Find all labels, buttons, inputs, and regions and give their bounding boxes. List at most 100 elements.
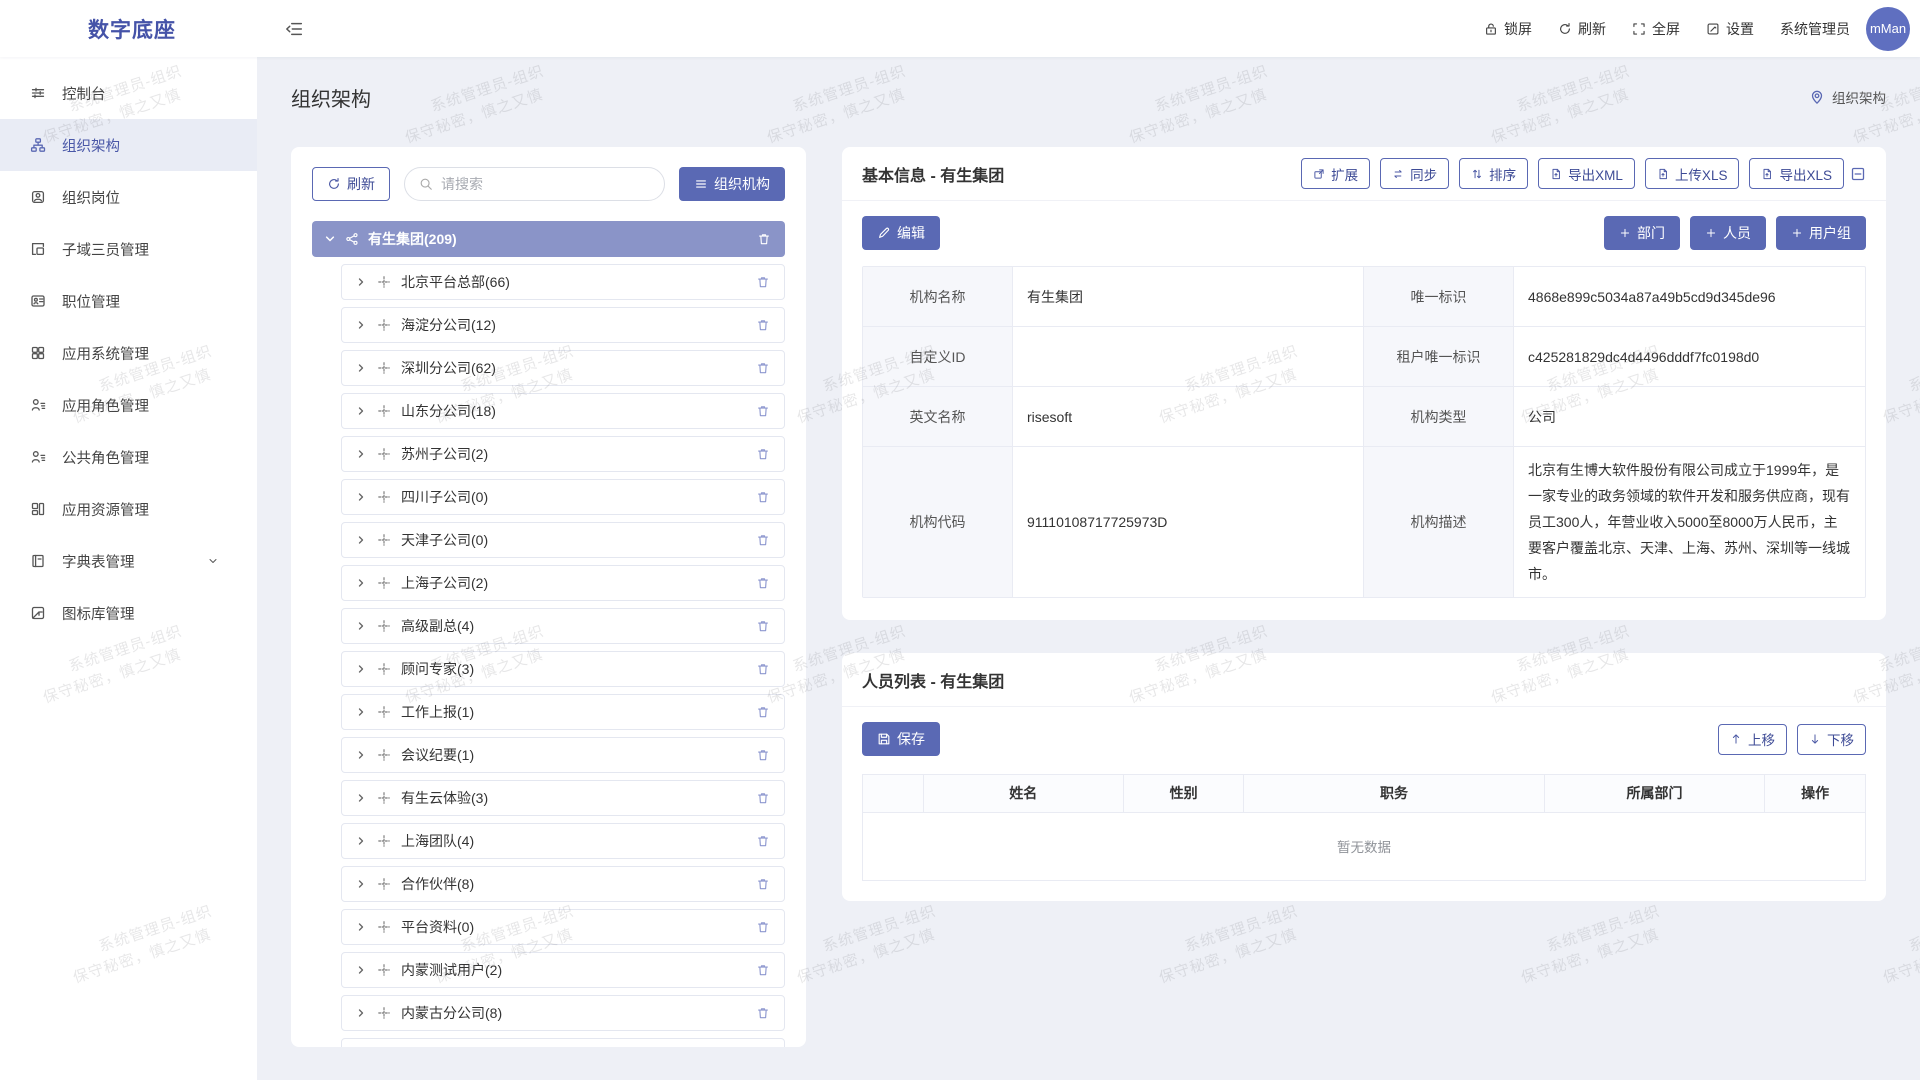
drag-handle-icon[interactable] [377, 877, 391, 891]
chevron-right-icon[interactable] [355, 835, 367, 847]
topbar-action[interactable]: 锁屏 [1484, 19, 1532, 39]
avatar[interactable]: mMan [1866, 7, 1910, 51]
trash-icon[interactable] [756, 877, 770, 891]
drag-handle-icon[interactable] [377, 791, 391, 805]
tree-node[interactable]: 上海团队(4) [341, 823, 785, 859]
drag-handle-icon[interactable] [377, 318, 391, 332]
tree-refresh-button[interactable]: 刷新 [312, 167, 390, 201]
sidebar-item-appres[interactable]: 应用资源管理 [0, 483, 257, 535]
trash-icon[interactable] [756, 533, 770, 547]
trash-icon[interactable] [756, 1006, 770, 1020]
tree-node[interactable]: 有生云体验(3) [341, 780, 785, 816]
trash-icon[interactable] [757, 232, 771, 246]
tree-node[interactable]: 山东分公司(18) [341, 393, 785, 429]
chevron-right-icon[interactable] [355, 792, 367, 804]
sidebar-item-appsys[interactable]: 应用系统管理 [0, 327, 257, 379]
chevron-right-icon[interactable] [355, 964, 367, 976]
chevron-right-icon[interactable] [355, 663, 367, 675]
chevron-right-icon[interactable] [355, 706, 367, 718]
chevron-right-icon[interactable] [355, 362, 367, 374]
chevron-right-icon[interactable] [355, 620, 367, 632]
tree-node[interactable]: 四川子公司(0) [341, 479, 785, 515]
trash-icon[interactable] [756, 318, 770, 332]
chevron-right-icon[interactable] [355, 577, 367, 589]
drag-handle-icon[interactable] [377, 748, 391, 762]
add-button-用户组[interactable]: 用户组 [1776, 216, 1866, 250]
drag-handle-icon[interactable] [377, 275, 391, 289]
trash-icon[interactable] [756, 447, 770, 461]
topbar-action[interactable]: 全屏 [1632, 19, 1680, 39]
trash-icon[interactable] [756, 619, 770, 633]
topbar-action[interactable]: 设置 [1706, 19, 1754, 39]
tree-node[interactable]: 工作上报(1) [341, 694, 785, 730]
tree-node[interactable]: 合作伙伴(8) [341, 866, 785, 902]
tree-root-node[interactable]: 有生集团(209) [312, 221, 785, 257]
save-button[interactable]: 保存 [862, 722, 940, 756]
tree-node[interactable]: 深圳分公司(62) [341, 350, 785, 386]
chevron-right-icon[interactable] [355, 878, 367, 890]
tree-node[interactable]: 上海子公司(2) [341, 565, 785, 601]
tree-node[interactable]: 顾问专家(3) [341, 651, 785, 687]
chevron-right-icon[interactable] [355, 921, 367, 933]
sidebar-item-position[interactable]: 职位管理 [0, 275, 257, 327]
toolbar-button-导出XML[interactable]: 导出XML [1538, 158, 1635, 189]
sidebar-item-iconlib[interactable]: 图标库管理 [0, 587, 257, 639]
sidebar-item-org[interactable]: 组织架构 [0, 119, 257, 171]
trash-icon[interactable] [756, 748, 770, 762]
sidebar-item-approle[interactable]: 应用角色管理 [0, 379, 257, 431]
tree-node[interactable]: 管理员组(9) [341, 1038, 785, 1047]
trash-icon[interactable] [756, 662, 770, 676]
tree-node[interactable]: 天津子公司(0) [341, 522, 785, 558]
trash-icon[interactable] [756, 275, 770, 289]
drag-handle-icon[interactable] [377, 619, 391, 633]
drag-handle-icon[interactable] [377, 576, 391, 590]
tree-node[interactable]: 海淀分公司(12) [341, 307, 785, 343]
tree-search-input[interactable] [441, 176, 650, 192]
trash-icon[interactable] [756, 361, 770, 375]
sidebar-item-console[interactable]: 控制台 [0, 67, 257, 119]
tree-node[interactable]: 高级副总(4) [341, 608, 785, 644]
sidebar-item-subdomain[interactable]: 子域三员管理 [0, 223, 257, 275]
chevron-right-icon[interactable] [355, 276, 367, 288]
move-down-button[interactable]: 下移 [1797, 724, 1866, 755]
chevron-right-icon[interactable] [355, 1007, 367, 1019]
trash-icon[interactable] [756, 490, 770, 504]
drag-handle-icon[interactable] [377, 447, 391, 461]
drag-handle-icon[interactable] [377, 834, 391, 848]
sidebar-item-dict[interactable]: 字典表管理 [0, 535, 257, 587]
org-structure-button[interactable]: 组织机构 [679, 167, 785, 201]
drag-handle-icon[interactable] [377, 490, 391, 504]
chevron-right-icon[interactable] [355, 491, 367, 503]
edit-button[interactable]: 编辑 [862, 216, 940, 250]
tree-node[interactable]: 北京平台总部(66) [341, 264, 785, 300]
drag-handle-icon[interactable] [377, 1006, 391, 1020]
move-up-button[interactable]: 上移 [1718, 724, 1787, 755]
tree-node[interactable]: 内蒙古分公司(8) [341, 995, 785, 1031]
chevron-right-icon[interactable] [355, 534, 367, 546]
trash-icon[interactable] [756, 705, 770, 719]
trash-icon[interactable] [756, 920, 770, 934]
trash-icon[interactable] [756, 963, 770, 977]
trash-icon[interactable] [756, 834, 770, 848]
chevron-right-icon[interactable] [355, 749, 367, 761]
drag-handle-icon[interactable] [377, 404, 391, 418]
trash-icon[interactable] [756, 404, 770, 418]
drag-handle-icon[interactable] [377, 705, 391, 719]
trash-icon[interactable] [756, 791, 770, 805]
chevron-down-icon[interactable] [324, 233, 336, 245]
drag-handle-icon[interactable] [377, 662, 391, 676]
drag-handle-icon[interactable] [377, 963, 391, 977]
tree-node[interactable]: 平台资料(0) [341, 909, 785, 945]
collapse-panel-icon[interactable] [1850, 166, 1866, 182]
drag-handle-icon[interactable] [377, 533, 391, 547]
add-button-人员[interactable]: 人员 [1690, 216, 1766, 250]
toolbar-button-导出XLS[interactable]: 导出XLS [1749, 158, 1844, 189]
toolbar-button-排序[interactable]: 排序 [1459, 158, 1528, 189]
toolbar-button-同步[interactable]: 同步 [1380, 158, 1449, 189]
add-button-部门[interactable]: 部门 [1604, 216, 1680, 250]
chevron-right-icon[interactable] [355, 405, 367, 417]
tree-node[interactable]: 苏州子公司(2) [341, 436, 785, 472]
topbar-action[interactable]: 刷新 [1558, 19, 1606, 39]
chevron-right-icon[interactable] [355, 448, 367, 460]
chevron-right-icon[interactable] [355, 319, 367, 331]
